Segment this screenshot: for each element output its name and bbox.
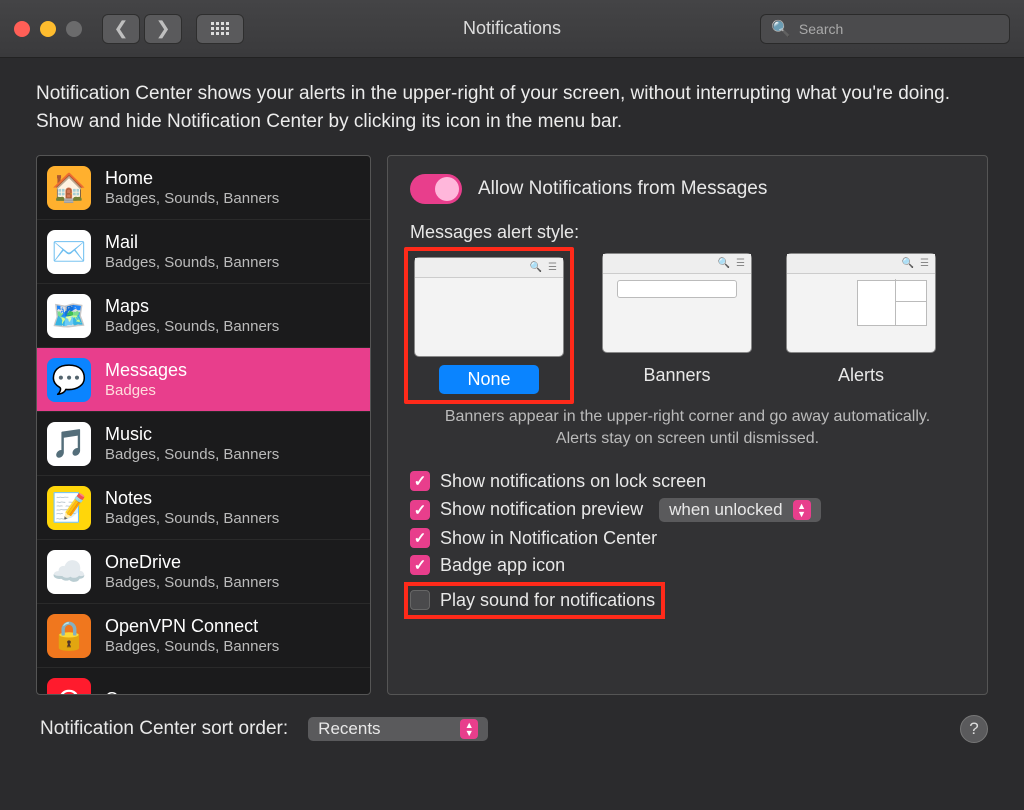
app-item-home[interactable]: 🏠 HomeBadges, Sounds, Banners bbox=[37, 156, 370, 220]
check-preview-label: Show notification preview bbox=[440, 499, 643, 520]
app-item-notes[interactable]: 📝 NotesBadges, Sounds, Banners bbox=[37, 476, 370, 540]
alert-style-banners[interactable]: 🔍☰ Banners bbox=[602, 253, 752, 398]
preview-dropdown-value: when unlocked bbox=[669, 500, 782, 520]
app-sub: Badges, Sounds, Banners bbox=[105, 190, 279, 207]
app-sub: Badges, Sounds, Banners bbox=[105, 446, 279, 463]
app-icon: 🗺️ bbox=[47, 294, 91, 338]
show-all-button[interactable] bbox=[196, 14, 244, 44]
app-name: Notes bbox=[105, 488, 279, 510]
zoom-window-button[interactable] bbox=[66, 21, 82, 37]
check-notification-center[interactable]: ✓ Show in Notification Center bbox=[410, 528, 965, 549]
footer: Notification Center sort order: Recents … bbox=[36, 715, 988, 743]
chevron-updown-icon: ▲▼ bbox=[460, 719, 478, 739]
list-icon: ☰ bbox=[548, 262, 557, 273]
app-icon: 🎵 bbox=[47, 422, 91, 466]
checkbox-icon: ✓ bbox=[410, 555, 430, 575]
alert-style-alerts-label: Alerts bbox=[811, 361, 911, 390]
app-icon: 🔒 bbox=[47, 614, 91, 658]
app-icon: O bbox=[47, 678, 91, 696]
check-preview[interactable]: ✓ Show notification preview when unlocke… bbox=[410, 498, 965, 522]
grid-icon bbox=[211, 22, 229, 35]
app-item-messages[interactable]: 💬 MessagesBadges bbox=[37, 348, 370, 412]
alert-style-banners-label: Banners bbox=[627, 361, 727, 390]
search-icon: 🔍 bbox=[530, 262, 542, 273]
alert-style-options: 🔍☰ None 🔍☰ Banners 🔍☰ Aler bbox=[410, 253, 965, 398]
list-icon: ☰ bbox=[920, 258, 929, 269]
checkbox-icon: ✓ bbox=[410, 528, 430, 548]
app-sub: Badges, Sounds, Banners bbox=[105, 574, 279, 591]
help-button[interactable]: ? bbox=[960, 715, 988, 743]
checkbox-icon: ✓ bbox=[410, 500, 430, 520]
app-icon: ✉️ bbox=[47, 230, 91, 274]
alert-style-label: Messages alert style: bbox=[410, 222, 965, 243]
app-icon: 💬 bbox=[47, 358, 91, 402]
check-play-sound[interactable]: Play sound for notifications bbox=[404, 582, 665, 619]
app-name: Messages bbox=[105, 360, 187, 382]
check-lock-screen[interactable]: ✓ Show notifications on lock screen bbox=[410, 471, 965, 492]
app-name: Mail bbox=[105, 232, 279, 254]
check-notification-center-label: Show in Notification Center bbox=[440, 528, 657, 549]
alert-style-none-label: None bbox=[439, 365, 539, 394]
check-badge-label: Badge app icon bbox=[440, 555, 565, 576]
app-name: OpenVPN Connect bbox=[105, 616, 279, 638]
chevron-updown-icon: ▲▼ bbox=[793, 500, 811, 520]
app-item-opera[interactable]: O Opera bbox=[37, 668, 370, 695]
search-input[interactable]: 🔍 Search bbox=[760, 14, 1010, 44]
app-name: Music bbox=[105, 424, 279, 446]
allow-notifications-label: Allow Notifications from Messages bbox=[478, 178, 767, 200]
alert-style-description: Banners appear in the upper-right corner… bbox=[430, 406, 945, 451]
alert-style-none[interactable]: 🔍☰ None bbox=[404, 247, 574, 404]
forward-button[interactable]: ❯ bbox=[144, 14, 182, 44]
app-name: Home bbox=[105, 168, 279, 190]
app-item-mail[interactable]: ✉️ MailBadges, Sounds, Banners bbox=[37, 220, 370, 284]
sort-order-label: Notification Center sort order: bbox=[40, 718, 288, 740]
check-play-sound-label: Play sound for notifications bbox=[440, 590, 655, 611]
checkbox-icon bbox=[410, 590, 430, 610]
checkbox-icon: ✓ bbox=[410, 471, 430, 491]
app-item-maps[interactable]: 🗺️ MapsBadges, Sounds, Banners bbox=[37, 284, 370, 348]
minimize-window-button[interactable] bbox=[40, 21, 56, 37]
app-icon: 🏠 bbox=[47, 166, 91, 210]
close-window-button[interactable] bbox=[14, 21, 30, 37]
alert-style-alerts-preview: 🔍☰ bbox=[786, 253, 936, 353]
app-name: Maps bbox=[105, 296, 279, 318]
check-lock-screen-label: Show notifications on lock screen bbox=[440, 471, 706, 492]
titlebar: ❮ ❯ Notifications 🔍 Search bbox=[0, 0, 1024, 58]
app-sub: Badges, Sounds, Banners bbox=[105, 318, 279, 335]
app-item-openvpn-connect[interactable]: 🔒 OpenVPN ConnectBadges, Sounds, Banners bbox=[37, 604, 370, 668]
app-icon: 📝 bbox=[47, 486, 91, 530]
app-name: OneDrive bbox=[105, 552, 279, 574]
search-icon: 🔍 bbox=[902, 258, 914, 269]
preview-dropdown[interactable]: when unlocked ▲▼ bbox=[659, 498, 820, 522]
sort-order-value: Recents bbox=[318, 719, 380, 739]
page-description: Notification Center shows your alerts in… bbox=[36, 80, 988, 135]
check-badge[interactable]: ✓ Badge app icon bbox=[410, 555, 965, 576]
app-sub: Badges, Sounds, Banners bbox=[105, 254, 279, 271]
nav-buttons: ❮ ❯ bbox=[102, 14, 182, 44]
app-sub: Badges, Sounds, Banners bbox=[105, 638, 279, 655]
search-icon: 🔍 bbox=[718, 258, 730, 269]
app-item-onedrive[interactable]: ☁️ OneDriveBadges, Sounds, Banners bbox=[37, 540, 370, 604]
list-icon: ☰ bbox=[736, 258, 745, 269]
app-icon: ☁️ bbox=[47, 550, 91, 594]
window-controls bbox=[14, 21, 82, 37]
detail-panel: Allow Notifications from Messages Messag… bbox=[387, 155, 988, 695]
search-icon: 🔍 bbox=[771, 19, 791, 39]
app-sub: Badges bbox=[105, 382, 187, 399]
alert-style-none-preview: 🔍☰ bbox=[414, 257, 564, 357]
alert-style-alerts[interactable]: 🔍☰ Alerts bbox=[786, 253, 936, 398]
app-name: Opera bbox=[105, 689, 155, 695]
window-title: Notifications bbox=[463, 18, 561, 39]
app-item-music[interactable]: 🎵 MusicBadges, Sounds, Banners bbox=[37, 412, 370, 476]
alert-style-banners-preview: 🔍☰ bbox=[602, 253, 752, 353]
app-list[interactable]: 🏠HomeBadges, Sounds, Banners✉️MailBadges… bbox=[36, 155, 371, 695]
sort-order-dropdown[interactable]: Recents ▲▼ bbox=[308, 717, 488, 741]
app-sub: Badges, Sounds, Banners bbox=[105, 510, 279, 527]
back-button[interactable]: ❮ bbox=[102, 14, 140, 44]
allow-notifications-toggle[interactable] bbox=[410, 174, 462, 204]
search-placeholder: Search bbox=[799, 21, 843, 37]
